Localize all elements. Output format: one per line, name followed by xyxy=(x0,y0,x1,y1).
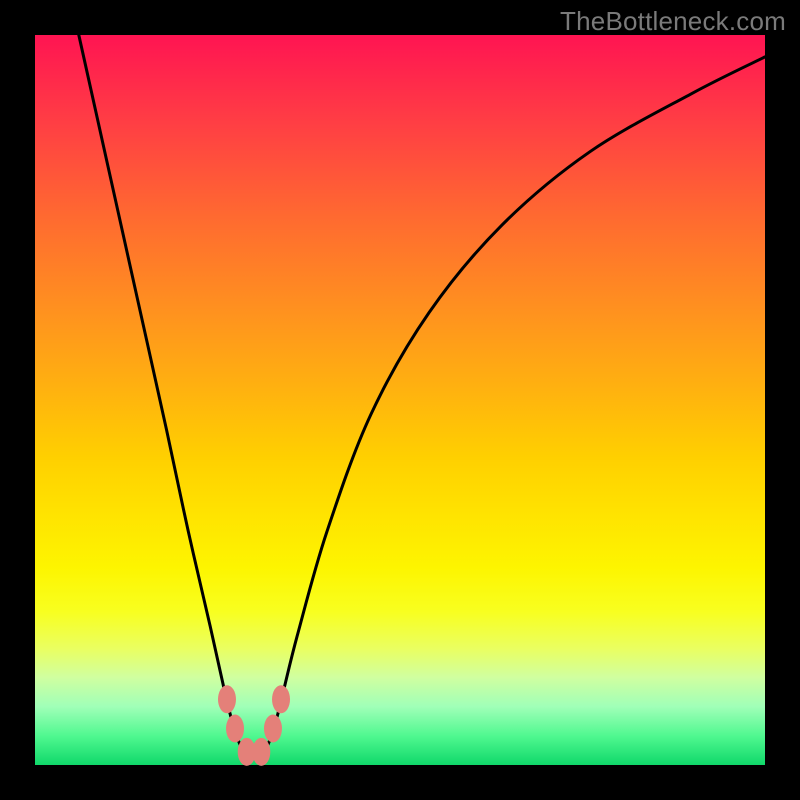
bottleneck-curve xyxy=(79,35,765,758)
curve-marker xyxy=(264,715,282,743)
chart-container: TheBottleneck.com xyxy=(0,0,800,800)
plot-area xyxy=(35,35,765,765)
curve-marker xyxy=(252,738,270,766)
curve-marker xyxy=(272,685,290,713)
markers-group xyxy=(218,685,290,766)
curve-layer xyxy=(35,35,765,765)
watermark-text: TheBottleneck.com xyxy=(560,6,786,37)
curve-marker xyxy=(226,715,244,743)
curve-marker xyxy=(218,685,236,713)
